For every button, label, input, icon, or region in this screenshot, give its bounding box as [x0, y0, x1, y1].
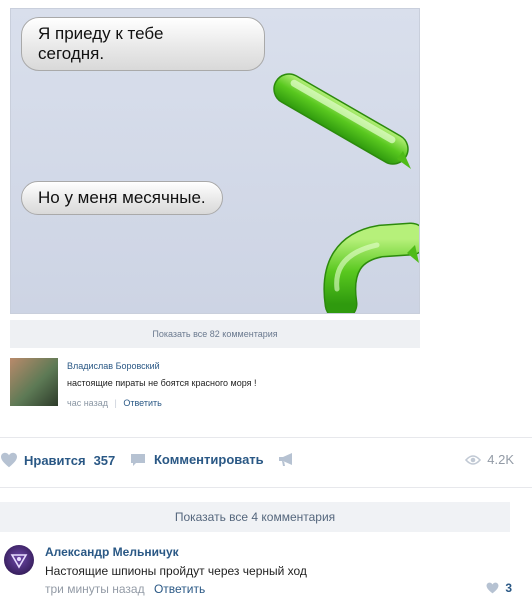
views-counter: 4.2K: [465, 452, 514, 467]
meta-separator: |: [114, 398, 117, 408]
divider: [0, 487, 532, 488]
comment-author[interactable]: Владислав Боровский: [67, 361, 160, 371]
like-button[interactable]: Нравится 357: [0, 452, 115, 468]
comment-time: час назад: [67, 398, 108, 408]
comment-time: три минуты назад: [45, 582, 145, 596]
like-count: 357: [93, 452, 116, 468]
divider: [0, 437, 532, 438]
green-bubble-straight: [273, 73, 409, 165]
megaphone-icon: [279, 453, 292, 466]
eye-icon: [465, 454, 482, 465]
comment-text: настоящие пираты не боятся красного моря…: [67, 378, 257, 388]
heart-icon: [486, 582, 499, 594]
heart-icon: [1, 452, 17, 468]
comment-meta: три минуты назад Ответить: [45, 582, 205, 596]
triangle-logo-icon: [10, 554, 28, 569]
avatar[interactable]: [4, 545, 34, 575]
comment-button[interactable]: Комментировать: [130, 452, 264, 467]
post-image[interactable]: Я приеду к тебе сегодня. Но у меня месяч…: [10, 8, 420, 314]
avatar[interactable]: [10, 358, 58, 406]
post-actions-bar: Нравится 357 Комментировать 4.2K: [0, 446, 532, 476]
green-bubbles-graphic: [273, 73, 419, 313]
reply-link[interactable]: Ответить: [123, 398, 161, 408]
comment-author[interactable]: Александр Мельничук: [45, 545, 179, 559]
show-all-comments-link-inner[interactable]: Показать все 82 комментария: [10, 320, 420, 348]
comment-meta: час назад | Ответить: [67, 398, 162, 408]
like-label: Нравится: [24, 452, 86, 468]
show-all-comments-link[interactable]: Показать все 4 комментария: [0, 502, 510, 532]
comment-like-button[interactable]: 3: [486, 581, 512, 595]
share-button[interactable]: [278, 452, 294, 467]
comment-label: Комментировать: [154, 452, 264, 467]
views-count: 4.2K: [487, 452, 514, 467]
comment-like-count: 3: [505, 581, 512, 595]
comment-text: Настоящие шпионы пройдут через черный хо…: [45, 564, 307, 578]
reply-link[interactable]: Ответить: [154, 582, 205, 596]
comment-icon: [131, 453, 145, 466]
